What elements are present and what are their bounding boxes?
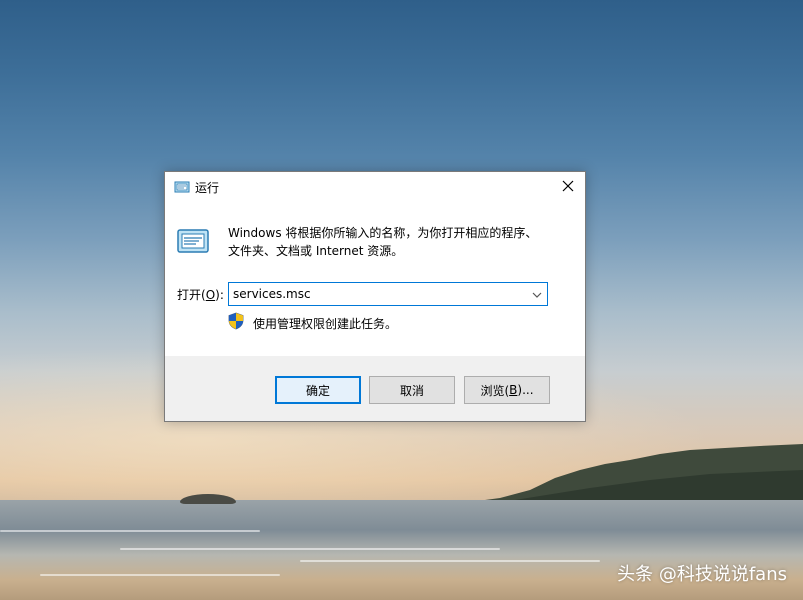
chevron-down-icon — [532, 287, 542, 301]
uac-shield-icon — [228, 312, 244, 330]
open-label-prefix: 打开( — [177, 288, 206, 302]
browse-label-suffix: )... — [517, 383, 534, 397]
run-large-icon — [177, 228, 209, 254]
open-label-suffix: ): — [215, 288, 224, 302]
close-button[interactable] — [551, 172, 585, 202]
close-icon — [562, 180, 574, 195]
dialog-title: 运行 — [195, 181, 220, 195]
description-line-2: 文件夹、文档或 Internet 资源。 — [228, 244, 404, 258]
open-input[interactable] — [229, 283, 525, 305]
ok-button[interactable]: 确定 — [275, 376, 361, 404]
wave — [40, 574, 280, 576]
description-text: Windows 将根据你所输入的名称，为你打开相应的程序、 文件夹、文档或 In… — [228, 224, 568, 260]
description-line-1: Windows 将根据你所输入的名称，为你打开相应的程序、 — [228, 226, 538, 240]
title-bar[interactable]: 运行 — [165, 172, 585, 202]
run-dialog: 运行 Windows 将根据你所输入的名称，为你打开相应的程序、 文件夹、文档或… — [164, 171, 586, 422]
wave — [120, 548, 500, 550]
cancel-button[interactable]: 取消 — [369, 376, 455, 404]
browse-accesskey: B — [509, 383, 518, 397]
open-label-accesskey: O — [205, 288, 216, 302]
run-icon — [174, 180, 190, 194]
wave — [0, 530, 260, 532]
button-bar: 确定 取消 浏览(B)... — [165, 356, 585, 421]
wave — [300, 560, 600, 562]
dropdown-button[interactable] — [527, 283, 547, 305]
open-combobox[interactable] — [228, 282, 548, 306]
dialog-body: Windows 将根据你所输入的名称，为你打开相应的程序、 文件夹、文档或 In… — [165, 202, 585, 356]
watermark-text: 头条 @科技说说fans — [617, 564, 787, 585]
open-label: 打开(O): — [177, 286, 224, 303]
admin-note: 使用管理权限创建此任务。 — [253, 317, 398, 331]
small-island — [180, 494, 236, 504]
browse-label-prefix: 浏览( — [480, 383, 510, 398]
browse-button[interactable]: 浏览(B)... — [464, 376, 550, 404]
